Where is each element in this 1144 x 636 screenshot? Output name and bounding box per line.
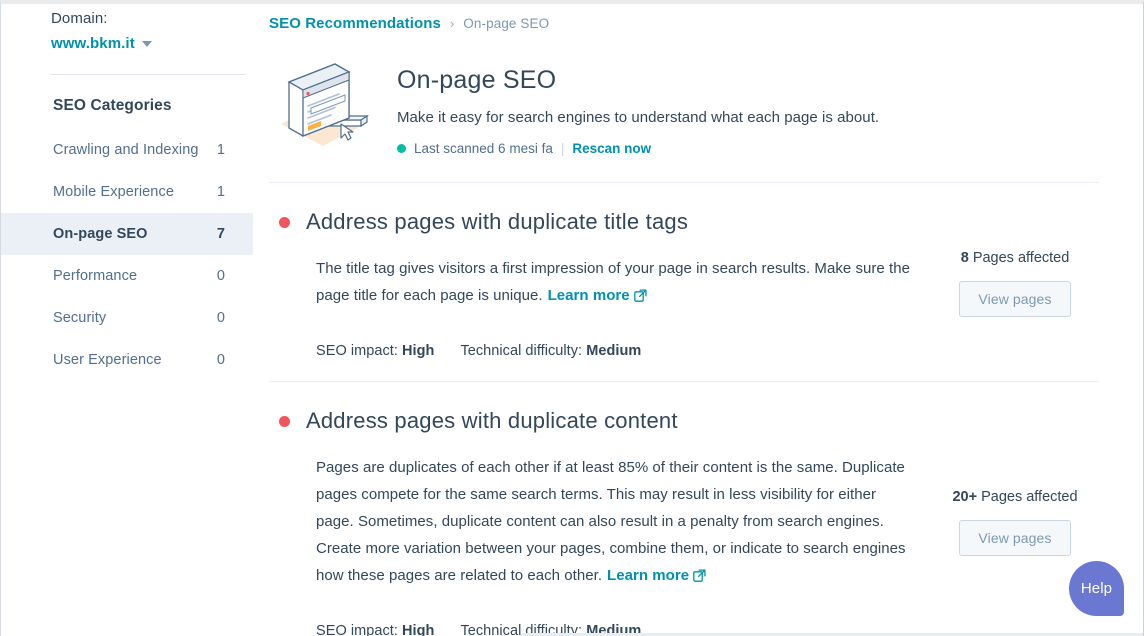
last-scanned-text: Last scanned 6 mesi fa [414,141,553,156]
recommendation-body: Pages are duplicates of each other if at… [316,454,913,591]
severity-dot-icon [279,415,290,427]
sidebar-item-user-experience[interactable]: User Experience 0 [1,339,253,381]
pages-affected: 20+ Pages affected [952,489,1077,505]
sidebar-item-count: 1 [216,184,225,200]
pages-affected-label: Pages affected [972,249,1070,266]
sidebar-item-mobile-experience[interactable]: Mobile Experience 1 [1,171,253,213]
view-pages-button[interactable]: View pages [959,280,1071,317]
recommendation-title: Address pages with duplicate content [306,408,678,433]
seo-impact: SEO impact: High [316,623,434,636]
technical-difficulty: Technical difficulty: Medium [460,343,641,359]
main-content: SEO Recommendations › On-page SEO On-pag… [253,4,1143,636]
seo-impact: SEO impact: High [316,343,434,359]
sidebar-item-label: Crawling and Indexing [53,142,199,158]
sidebar-item-security[interactable]: Security 0 [1,297,253,339]
sidebar-item-count: 0 [216,268,225,284]
recommendation-header: Address pages with duplicate title tags [269,207,913,237]
domain-value[interactable]: www.bkm.it [51,35,135,52]
recommendation-details: Address pages with duplicate content Pag… [269,406,931,636]
external-link-icon [693,564,706,591]
learn-more-label: Learn more [607,567,690,584]
seo-recommendations-page: Domain: www.bkm.it SEO Categories Crawli… [0,0,1144,636]
status-dot-icon [397,144,406,153]
page-title: On-page SEO [397,66,557,94]
domain-dropdown[interactable]: www.bkm.it [51,35,237,52]
technical-difficulty-label: Technical difficulty: [460,343,583,359]
sidebar-item-count: 1 [216,142,225,158]
sidebar-item-label: Mobile Experience [53,184,174,200]
learn-more-label: Learn more [547,287,630,304]
on-page-seo-illustration-icon [269,58,373,150]
sidebar-item-on-page-seo[interactable]: On-page SEO 7 [1,213,253,255]
domain-label: Domain: [51,10,108,27]
scan-status-row: Last scanned 6 mesi fa | Rescan now [397,141,879,156]
sidebar: Domain: www.bkm.it SEO Categories Crawli… [1,4,253,636]
external-link-icon [633,284,647,311]
sidebar-item-count: 0 [216,352,225,368]
domain-selector-block: Domain: www.bkm.it [1,4,253,66]
recommendation-header: Address pages with duplicate content [269,406,913,436]
chevron-down-icon[interactable] [141,40,152,47]
recommendation-card: Address pages with duplicate content Pag… [269,382,1099,636]
sidebar-item-performance[interactable]: Performance 0 [1,255,253,297]
recommendation-title: Address pages with duplicate title tags [306,209,689,234]
recommendation-card: Address pages with duplicate title tags … [269,183,1099,381]
sidebar-item-label: Security [53,310,107,326]
breadcrumb-current: On-page SEO [463,16,550,31]
page-header-text: On-page SEO Make it easy for search engi… [397,58,879,156]
severity-dot-icon [279,216,290,228]
seo-impact-label: SEO impact: [316,343,398,359]
seo-impact-value: High [402,623,435,636]
rescan-now-link[interactable]: Rescan now [572,141,651,156]
recommendation-description: Pages are duplicates of each other if at… [316,459,906,584]
recommendation-body: The title tag gives visitors a first imp… [316,255,913,311]
learn-more-link[interactable]: Learn more [607,567,706,584]
pages-affected-count: 20+ [952,489,978,505]
pages-affected-count: 8 [960,249,969,266]
recommendation-details: Address pages with duplicate title tags … [269,207,931,359]
breadcrumb-root-link[interactable]: SEO Recommendations [269,15,441,32]
sidebar-item-count: 0 [216,310,225,326]
sidebar-item-label: User Experience [53,352,162,368]
learn-more-link[interactable]: Learn more [548,287,647,304]
seo-impact-value: High [402,343,435,359]
seo-categories-nav: Crawling and Indexing 1 Mobile Experienc… [1,129,253,381]
seo-impact-label: SEO impact: [316,623,398,636]
view-pages-button[interactable]: View pages [959,520,1071,556]
sidebar-item-label: Performance [53,268,138,284]
recommendation-actions: 8 Pages affected View pages [931,207,1099,359]
breadcrumb-separator-icon: › [449,16,455,31]
pages-affected: 8 Pages affected [961,250,1070,266]
recommendation-meta: SEO impact: High Technical difficulty: M… [316,343,913,359]
scan-separator: | [560,141,565,156]
sidebar-item-count: 7 [216,226,225,242]
breadcrumb: SEO Recommendations › On-page SEO [269,4,1099,32]
sidebar-item-label: On-page SEO [53,226,148,242]
page-subtitle: Make it easy for search engines to under… [397,109,880,126]
help-button[interactable]: Help [1069,561,1124,616]
sidebar-item-crawling-and-indexing[interactable]: Crawling and Indexing 1 [1,129,253,171]
technical-difficulty-value: Medium [586,343,642,359]
pages-affected-label: Pages affected [981,489,1078,505]
seo-categories-heading: SEO Categories [53,97,172,114]
page-header: On-page SEO Make it easy for search engi… [269,32,1099,182]
